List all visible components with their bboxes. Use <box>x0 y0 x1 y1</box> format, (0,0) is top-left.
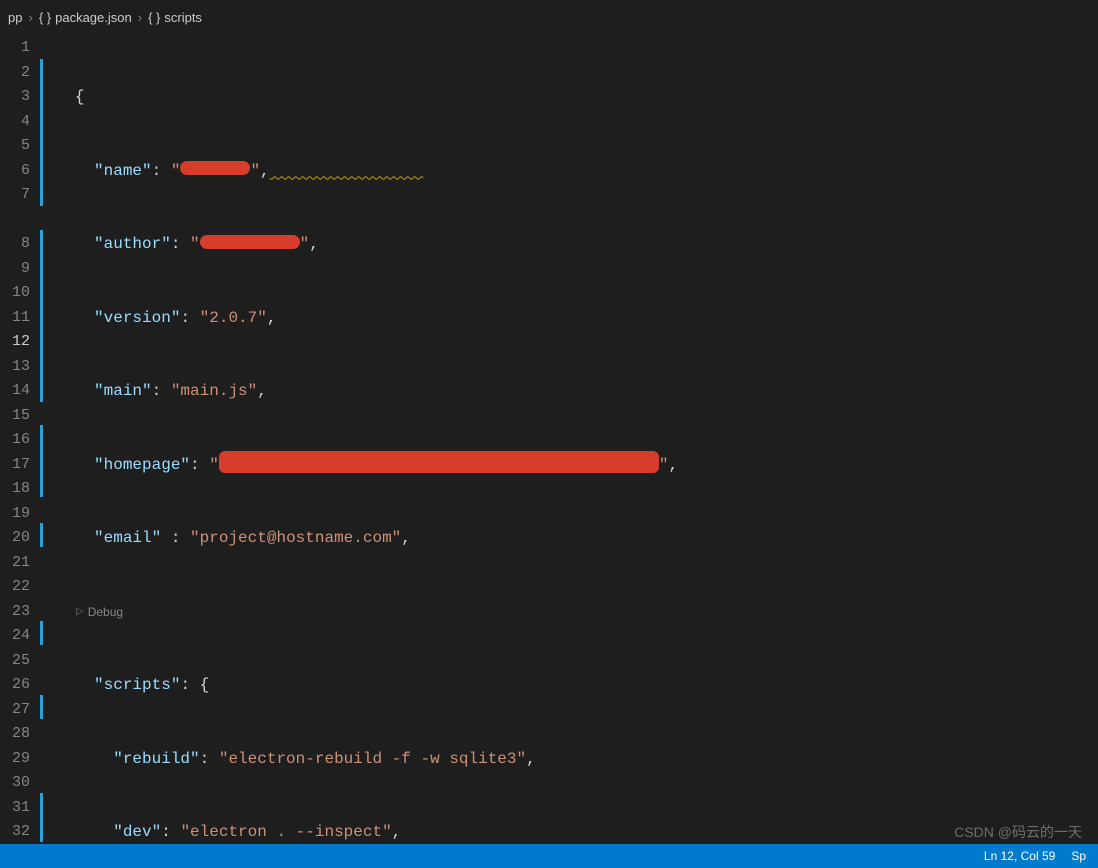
line-number[interactable]: 19 <box>0 502 30 527</box>
line-number[interactable]: 30 <box>0 771 30 796</box>
line-number[interactable]: 29 <box>0 747 30 772</box>
line-number[interactable]: 24 <box>0 624 30 649</box>
line-number[interactable]: 7 <box>0 183 30 208</box>
line-number[interactable]: 27 <box>0 698 30 723</box>
play-icon: ▷ <box>76 600 84 625</box>
line-number[interactable]: 23 <box>0 600 30 625</box>
line-number[interactable]: 17 <box>0 453 30 478</box>
line-number[interactable]: 22 <box>0 575 30 600</box>
cursor-position[interactable]: Ln 12, Col 59 <box>984 849 1055 863</box>
line-number[interactable]: 31 <box>0 796 30 821</box>
chevron-right-icon: › <box>138 10 142 25</box>
indentation-status[interactable]: Sp <box>1071 849 1086 863</box>
line-number[interactable]: 28 <box>0 722 30 747</box>
breadcrumb-item[interactable]: scripts <box>164 10 202 25</box>
codelens-debug[interactable]: ▷Debug <box>46 600 1098 625</box>
watermark-text: CSDN @码云的一天 <box>954 822 1082 842</box>
line-number[interactable]: 32 <box>0 820 30 844</box>
line-number[interactable]: 9 <box>0 257 30 282</box>
breadcrumb-item[interactable]: package.json <box>55 10 132 25</box>
status-bar[interactable]: Ln 12, Col 59 Sp <box>0 844 1098 868</box>
line-number[interactable]: 6 <box>0 159 30 184</box>
breadcrumb[interactable]: pp › { } package.json › { } scripts <box>0 0 1098 34</box>
line-number[interactable]: 13 <box>0 355 30 380</box>
line-number[interactable]: 5 <box>0 134 30 159</box>
line-number[interactable]: 11 <box>0 306 30 331</box>
code-content[interactable]: { "name": "", "author": "", "version": "… <box>46 34 1098 844</box>
chevron-right-icon: › <box>28 10 32 25</box>
code-editor[interactable]: 1234567891011121314151617181920212223242… <box>0 34 1098 844</box>
line-number[interactable]: 2 <box>0 61 30 86</box>
line-number[interactable]: 10 <box>0 281 30 306</box>
breadcrumb-item[interactable]: pp <box>8 10 22 25</box>
line-number[interactable]: 12 <box>0 330 30 355</box>
line-number-gutter[interactable]: 1234567891011121314151617181920212223242… <box>0 34 40 844</box>
line-number[interactable]: 4 <box>0 110 30 135</box>
line-number[interactable]: 8 <box>0 232 30 257</box>
line-number[interactable]: 25 <box>0 649 30 674</box>
line-number[interactable]: 16 <box>0 428 30 453</box>
line-number[interactable]: 15 <box>0 404 30 429</box>
line-number[interactable]: 1 <box>0 36 30 61</box>
line-number[interactable]: 21 <box>0 551 30 576</box>
line-number[interactable]: 14 <box>0 379 30 404</box>
line-number[interactable]: 3 <box>0 85 30 110</box>
line-number[interactable]: 18 <box>0 477 30 502</box>
git-decoration <box>40 34 43 844</box>
line-number[interactable]: 20 <box>0 526 30 551</box>
line-number[interactable]: 26 <box>0 673 30 698</box>
json-icon: { } <box>148 10 160 25</box>
json-icon: { } <box>39 10 51 25</box>
